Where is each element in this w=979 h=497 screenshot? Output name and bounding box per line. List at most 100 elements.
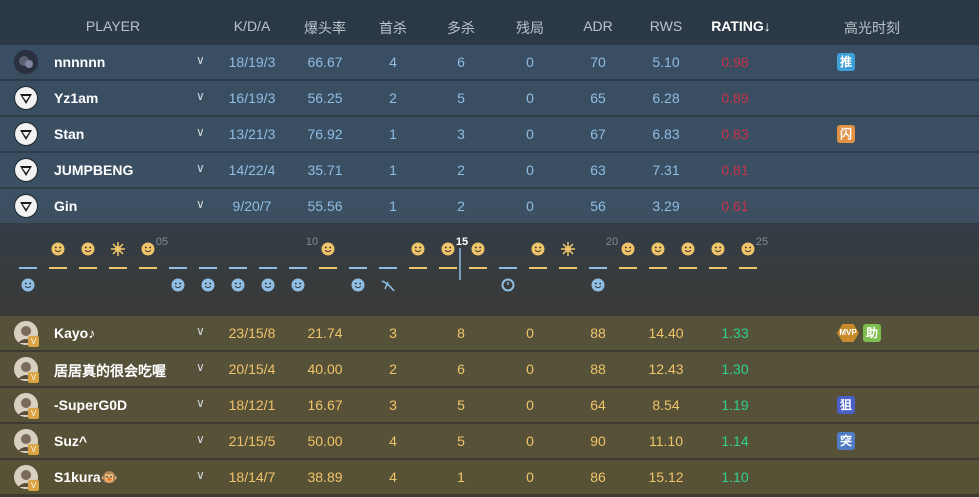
- stat-rws: 3.29: [652, 198, 680, 214]
- round-smile-icon[interactable]: [321, 242, 335, 256]
- stat-fk: 3: [389, 325, 397, 341]
- highlight-badge[interactable]: 推: [837, 53, 855, 71]
- chevron-down-icon[interactable]: ∨: [196, 360, 205, 374]
- chevron-down-icon[interactable]: ∨: [196, 125, 205, 139]
- chevron-down-icon[interactable]: ∨: [196, 396, 205, 410]
- player-row[interactable]: V Suz^ ∨ 21/15/5 50.00 4 5 0 90 11.10 1.14 突: [0, 424, 979, 458]
- chevron-down-icon[interactable]: ∨: [196, 89, 205, 103]
- player-name[interactable]: Stan: [54, 126, 84, 142]
- player-name[interactable]: Gin: [54, 198, 77, 214]
- highlight-badge[interactable]: 狙: [837, 396, 855, 414]
- round-smile-icon[interactable]: [141, 242, 155, 256]
- player-name[interactable]: nnnnnn: [54, 54, 105, 70]
- stat-cl: 0: [526, 361, 534, 377]
- mvp-badge[interactable]: MVP: [837, 324, 859, 342]
- chevron-down-icon[interactable]: ∨: [196, 197, 205, 211]
- stat-cl: 0: [526, 397, 534, 413]
- stat-mk: 5: [457, 90, 465, 106]
- round-burst-icon[interactable]: [561, 242, 575, 256]
- round-smile-icon[interactable]: [441, 242, 455, 256]
- header-rws: RWS: [649, 18, 683, 34]
- round-smile-icon[interactable]: [471, 242, 485, 256]
- stat-kda: 21/15/5: [228, 433, 276, 449]
- header-multi-kill: 多杀: [447, 20, 475, 36]
- stat-rws: 12.43: [648, 361, 684, 377]
- round-smile-icon[interactable]: [591, 278, 605, 292]
- highlight-badge[interactable]: 突: [837, 432, 855, 450]
- stat-cl: 0: [526, 469, 534, 485]
- stat-cl: 0: [526, 90, 534, 106]
- chevron-down-icon[interactable]: ∨: [196, 468, 205, 482]
- player-row[interactable]: nnnnnn ∨ 18/19/3 66.67 4 6 0 70 5.10 0.98 推: [0, 45, 979, 79]
- player-name[interactable]: S1kura🐵: [54, 469, 118, 486]
- round-smile-icon[interactable]: [81, 242, 95, 256]
- stat-adr: 70: [590, 54, 606, 70]
- stat-hs: 35.71: [307, 162, 343, 178]
- player-name[interactable]: Suz^: [54, 433, 87, 449]
- header-rating-sort[interactable]: RATING↓: [711, 18, 771, 34]
- round-smile-icon[interactable]: [411, 242, 425, 256]
- round-smile-icon[interactable]: [51, 242, 65, 256]
- stat-kda: 18/14/7: [228, 469, 276, 485]
- round-smile-icon[interactable]: [21, 278, 35, 292]
- rank-icon: V: [28, 372, 39, 383]
- stat-rating: 1.19: [721, 397, 749, 413]
- stat-rating: 0.89: [721, 90, 749, 106]
- stat-adr: 67: [590, 126, 606, 142]
- player-row[interactable]: V S1kura🐵 ∨ 18/14/7 38.89 4 1 0 86 15.12 1.10: [0, 460, 979, 494]
- chevron-down-icon[interactable]: ∨: [196, 53, 205, 67]
- round-smile-icon[interactable]: [651, 242, 665, 256]
- round-smile-icon[interactable]: [681, 242, 695, 256]
- stat-mk: 8: [457, 325, 465, 341]
- round-smile-icon[interactable]: [531, 242, 545, 256]
- chevron-down-icon[interactable]: ∨: [196, 161, 205, 175]
- round-smile-icon[interactable]: [201, 278, 215, 292]
- player-name[interactable]: Yz1am: [54, 90, 98, 106]
- player-name[interactable]: JUMPBENG: [54, 162, 133, 178]
- avatar: [14, 194, 38, 218]
- round-smile-icon[interactable]: [621, 242, 635, 256]
- player-row[interactable]: V Kayo♪ ∨ 23/15/8 21.74 3 8 0 88 14.40 1.33 MVP 助: [0, 316, 979, 350]
- stat-mk: 6: [457, 54, 465, 70]
- round-burst-icon[interactable]: [111, 242, 125, 256]
- chevron-down-icon[interactable]: ∨: [196, 432, 205, 446]
- stat-rating: 0.61: [721, 198, 749, 214]
- stat-adr: 56: [590, 198, 606, 214]
- chevron-down-icon[interactable]: ∨: [196, 324, 205, 338]
- round-smile-icon[interactable]: [711, 242, 725, 256]
- stat-hs: 66.67: [307, 54, 343, 70]
- header-player: PLAYER: [85, 18, 141, 34]
- stat-rating: 0.81: [721, 162, 749, 178]
- stat-adr: 64: [590, 397, 606, 413]
- stat-adr: 65: [590, 90, 606, 106]
- player-row[interactable]: Yz1am ∨ 16/19/3 56.25 2 5 0 65 6.28 0.89: [0, 81, 979, 115]
- player-row[interactable]: V -SuperG0D ∨ 18/12/1 16.67 3 5 0 64 8.54 1.19 狙: [0, 388, 979, 422]
- player-name[interactable]: -SuperG0D: [54, 397, 127, 413]
- player-name[interactable]: Kayo♪: [54, 325, 95, 341]
- stat-kda: 14/22/4: [228, 162, 276, 178]
- stat-cl: 0: [526, 433, 534, 449]
- player-row[interactable]: Stan ∨ 13/21/3 76.92 1 3 0 67 6.83 0.83 闪: [0, 117, 979, 151]
- round-smile-icon[interactable]: [741, 242, 755, 256]
- round-smile-icon[interactable]: [231, 278, 245, 292]
- round-marker-label: 25: [756, 236, 768, 248]
- rank-icon: V: [28, 444, 39, 455]
- stat-kda: 9/20/7: [232, 198, 272, 214]
- highlight-badge[interactable]: 助: [863, 324, 881, 342]
- player-row[interactable]: Gin ∨ 9/20/7 55.56 1 2 0 56 3.29 0.61: [0, 189, 979, 223]
- stat-rws: 15.12: [648, 469, 684, 485]
- player-row[interactable]: JUMPBENG ∨ 14/22/4 35.71 1 2 0 63 7.31 0.81: [0, 153, 979, 187]
- round-smile-icon[interactable]: [261, 278, 275, 292]
- header-kda: K/D/A: [233, 18, 271, 34]
- player-row[interactable]: V 居居真的很会吃喔 ∨ 20/15/4 40.00 2 6 0 88 12.43 1.30: [0, 352, 979, 386]
- stat-hs: 50.00: [307, 433, 343, 449]
- round-smile-icon[interactable]: [291, 278, 305, 292]
- round-smile-icon[interactable]: [171, 278, 185, 292]
- stat-rws: 11.10: [649, 433, 683, 449]
- header-first-kill: 首杀: [379, 20, 407, 36]
- highlight-badge[interactable]: 闪: [837, 125, 855, 143]
- round-defuse-icon[interactable]: [381, 280, 395, 292]
- round-smile-icon[interactable]: [351, 278, 365, 292]
- round-timer-icon[interactable]: [501, 278, 515, 292]
- player-name[interactable]: 居居真的很会吃喔: [54, 361, 166, 381]
